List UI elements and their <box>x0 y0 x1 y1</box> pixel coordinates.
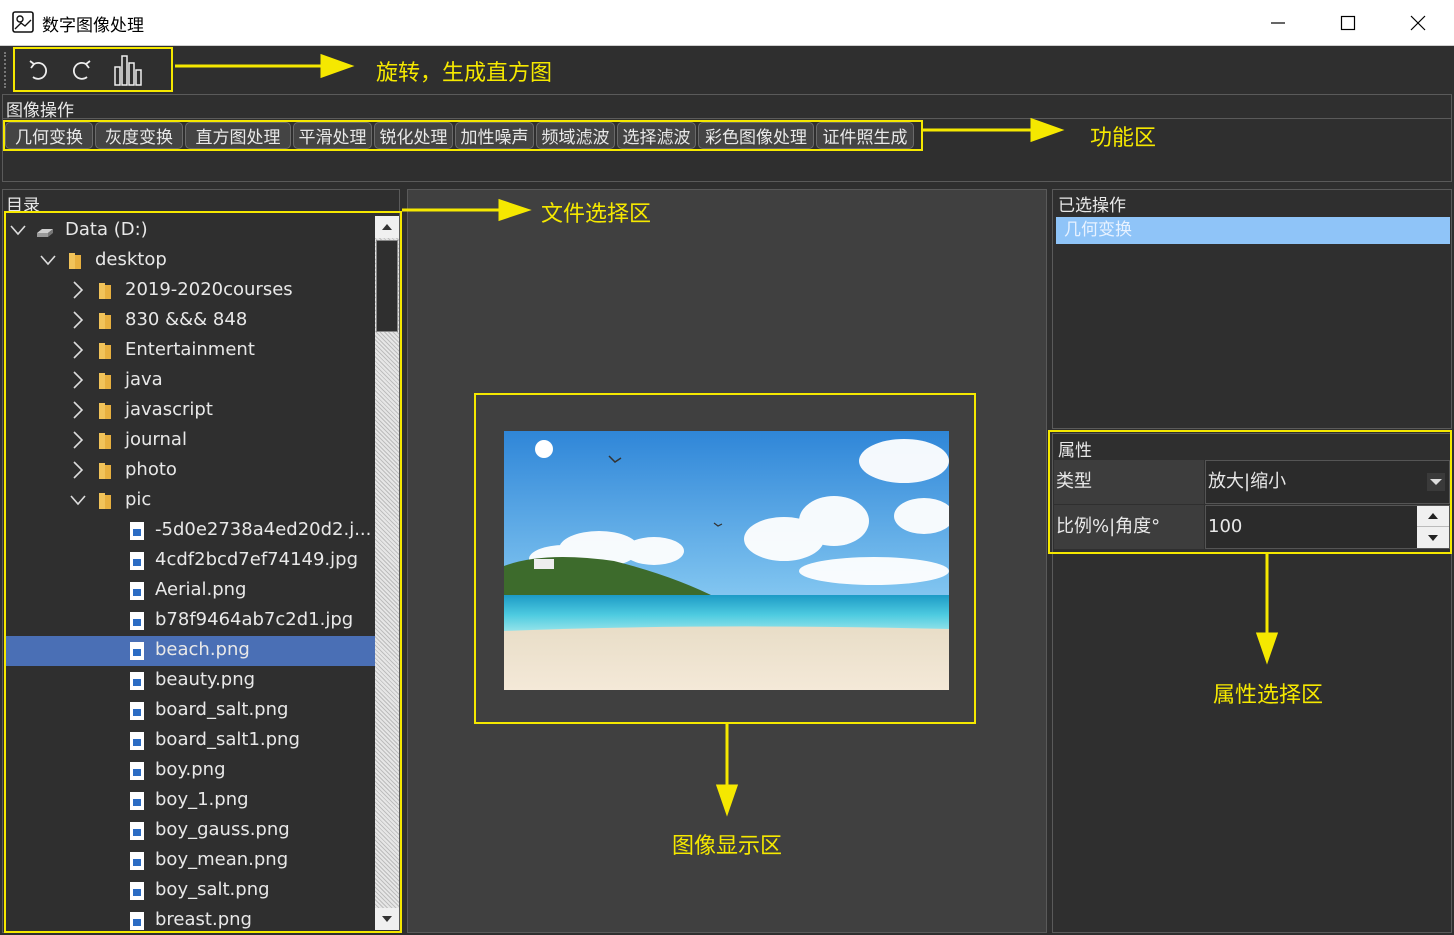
annotation-arrows <box>175 53 1279 817</box>
annotation-toolbar: 旋转，生成直方图 <box>376 61 553 86</box>
annotation-functions: 功能区 <box>1090 126 1157 151</box>
annotation-image: 图像显示区 <box>672 834 783 859</box>
annotation-properties: 属性选择区 <box>1213 683 1324 708</box>
annotation-files: 文件选择区 <box>541 202 652 227</box>
